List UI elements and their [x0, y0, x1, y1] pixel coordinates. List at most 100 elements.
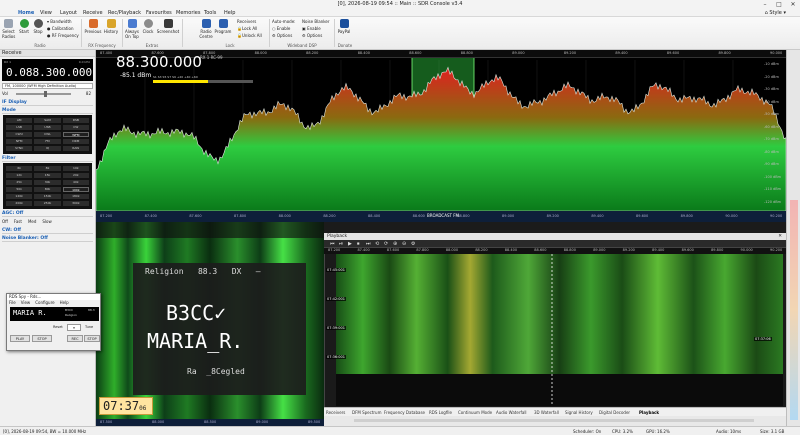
menu-tools[interactable]: Tools	[204, 10, 216, 16]
program-button[interactable]: Program	[214, 17, 232, 34]
filter-button[interactable]: 150k	[34, 194, 61, 199]
menu-layout[interactable]: Layout	[60, 10, 77, 16]
menu-help[interactable]: Help	[224, 10, 235, 16]
spectrum-display[interactable]	[96, 50, 786, 222]
playback-timeline[interactable]	[354, 419, 754, 422]
agc-option[interactable]: Slow	[42, 219, 51, 224]
playback-tab[interactable]: Audio Waterfall	[496, 410, 527, 415]
paypal-button[interactable]: PayPal	[336, 17, 352, 34]
display-frequency[interactable]: 88.300.000	[116, 53, 202, 71]
start-button[interactable]: Start	[18, 17, 30, 34]
auto-mode-enable[interactable]: ○ Enable	[272, 26, 290, 31]
agc-option[interactable]: Off	[2, 219, 8, 224]
filter-button[interactable]: 6k	[6, 166, 33, 171]
playback-tool-icon[interactable]: ⟲	[375, 241, 379, 247]
filter-button[interactable]: 300k	[62, 201, 89, 206]
close-icon[interactable]: ✕	[786, 0, 800, 9]
playback-tool-icon[interactable]: ⏮	[330, 241, 335, 247]
bandwidth-dropdown[interactable]: ▾ Bandwidth	[47, 19, 72, 24]
filter-button[interactable]: 15k	[34, 173, 61, 178]
clock-button[interactable]: Clock	[141, 17, 155, 34]
playback-tab[interactable]: Continuum Mode	[458, 410, 492, 415]
menu-view[interactable]: View	[40, 10, 52, 16]
style-menu[interactable]: ⌂ Style ▾	[765, 10, 786, 16]
maximize-icon[interactable]: □	[772, 0, 786, 9]
filter-button[interactable]: 10k	[62, 166, 89, 171]
rds-spy-menu-item[interactable]: View	[21, 300, 31, 305]
playback-tab[interactable]: RDS Logfile	[429, 410, 452, 415]
radio-centre-button[interactable]: Radio Centre	[196, 17, 216, 39]
agc-option[interactable]: Fast	[14, 219, 22, 224]
menu-receive[interactable]: Receive	[83, 10, 103, 16]
playback-tab[interactable]: Digital Decoder	[599, 410, 630, 415]
auto-mode-options[interactable]: ⚙ Options	[272, 33, 292, 38]
playback-tab[interactable]: DFM Spectrum	[352, 410, 382, 415]
playback-tool-icon[interactable]: ⏭	[366, 241, 371, 247]
rds-spy-stop-button[interactable]: STOP	[32, 335, 52, 342]
playback-tool-icon[interactable]: ⟳	[384, 241, 388, 247]
rds-spy-rec-button[interactable]: REC	[67, 335, 83, 342]
section-mode[interactable]: Mode	[2, 107, 93, 114]
filter-button[interactable]: 40k	[62, 180, 89, 185]
rds-spy-play-button[interactable]: PLAY	[10, 335, 30, 342]
mode-button[interactable]: USB	[34, 125, 61, 130]
agc-option[interactable]: Med	[28, 219, 36, 224]
filter-button[interactable]: 250k	[34, 201, 61, 206]
rf-frequency-button[interactable]: ● RF Frequency	[47, 33, 79, 38]
rds-spy-reset-select[interactable]: ▾	[67, 324, 81, 331]
frequency-display[interactable]: RX 1 0.0 kHz 0.088.300.000	[2, 59, 93, 81]
mode-button[interactable]: NFM	[6, 139, 33, 144]
filter-button[interactable]: 80k	[34, 187, 61, 192]
mode-button[interactable]: FM	[34, 139, 61, 144]
close-icon[interactable]: ✕	[778, 233, 782, 240]
playback-tab[interactable]: 3D Waterfall	[534, 410, 559, 415]
mode-button[interactable]: SYNC	[6, 146, 33, 151]
mode-button[interactable]: CWU	[6, 132, 33, 137]
right-scrollbar[interactable]	[786, 50, 800, 426]
playback-tool-icon[interactable]: ⏹	[357, 241, 360, 247]
playback-tool-icon[interactable]: ⏯	[339, 241, 343, 247]
filter-button[interactable]: 120k	[6, 194, 33, 199]
filter-button[interactable]: 25k	[6, 180, 33, 185]
playback-tab[interactable]: Signal History	[565, 410, 593, 415]
always-on-top-button[interactable]: Always On Top	[124, 17, 140, 39]
mode-button[interactable]: LSB	[6, 125, 33, 130]
playback-tool-icon[interactable]: ⊕	[393, 241, 397, 247]
noise-blanker-options[interactable]: ⚙ Options	[302, 33, 322, 38]
filter-button[interactable]: 100k	[62, 187, 89, 192]
filter-button[interactable]: 200k	[6, 201, 33, 206]
minimize-icon[interactable]: –	[758, 0, 772, 9]
mode-button[interactable]: CW	[62, 125, 89, 130]
rds-spy-menu-item[interactable]: Configure	[35, 300, 54, 305]
unlock-all-button[interactable]: 🔓Unlock All	[237, 33, 262, 38]
history-button[interactable]: History	[102, 17, 120, 34]
noise-blanker-enable[interactable]: ▣ Enable	[302, 26, 321, 31]
playback-tab[interactable]: Receivers	[326, 410, 345, 415]
rds-spy-stop-rec-button[interactable]: STOP	[84, 335, 100, 342]
mode-button[interactable]: DRM	[62, 139, 89, 144]
mode-button[interactable]: CWL	[34, 132, 61, 137]
section-filter[interactable]: Filter	[2, 155, 93, 162]
rds-spy-tune-label[interactable]: Tune	[85, 325, 93, 329]
playback-tool-icon[interactable]: ▶	[348, 241, 352, 247]
preset-select[interactable]: FM, 100000 (WFM High Definition Audio)	[2, 83, 93, 89]
menu-rec-playback[interactable]: Rec/Playback	[108, 10, 141, 16]
filter-button[interactable]: 8k	[34, 166, 61, 171]
playback-tool-icon[interactable]: ⚙	[411, 241, 415, 247]
section-cw[interactable]: CW: Off	[2, 227, 93, 234]
rds-spy-menu-item[interactable]: Help	[60, 300, 69, 305]
section-if-display[interactable]: IF Display	[2, 99, 93, 106]
screenshot-button[interactable]: Screenshot	[156, 17, 180, 34]
filter-button[interactable]: 20k	[62, 173, 89, 178]
mode-button[interactable]: DSB	[62, 118, 89, 123]
spectrum-plot[interactable]	[96, 50, 786, 222]
stop-button[interactable]: Stop	[32, 17, 44, 34]
playback-waterfall[interactable]	[336, 254, 783, 406]
mode-button[interactable]: RAW	[62, 146, 89, 151]
filter-button[interactable]: 180k	[62, 194, 89, 199]
mode-button[interactable]: SAM	[34, 118, 61, 123]
mode-button[interactable]: IQ	[34, 146, 61, 151]
playback-tab[interactable]: Playback	[639, 410, 659, 415]
menu-favourites[interactable]: Favourites	[146, 10, 172, 16]
filter-button[interactable]: 12k	[6, 173, 33, 178]
